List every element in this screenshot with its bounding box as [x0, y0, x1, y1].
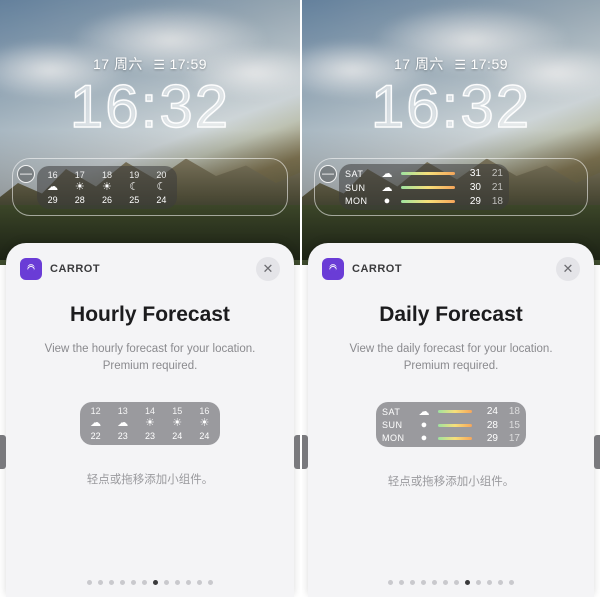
sheet-title: Daily Forecast	[322, 303, 580, 327]
weather-icon: ☁	[377, 181, 397, 194]
hourly-widget-preview[interactable]: 12 13 14 15 16 ☁ ☁ ☀ ☀ ☀ 22 23 23 24 24	[80, 402, 220, 445]
page-dot[interactable]	[443, 580, 448, 585]
page-dot[interactable]	[498, 580, 503, 585]
add-hint: 轻点或拖移添加小组件。	[322, 473, 580, 489]
prev-widget-peek[interactable]	[0, 435, 6, 469]
remove-widget-button[interactable]: —	[17, 165, 35, 183]
sheet-title: Hourly Forecast	[20, 303, 280, 327]
page-dots-right[interactable]	[308, 580, 594, 585]
close-button[interactable]: ✕	[256, 257, 280, 281]
weather-icon: ☾	[121, 181, 148, 194]
page-dot[interactable]	[197, 580, 202, 585]
page-dot[interactable]	[487, 580, 492, 585]
date-weekday: 周六	[114, 56, 143, 72]
page-dot[interactable]	[98, 580, 103, 585]
sunset-time: 17:59	[470, 56, 508, 72]
page-dot[interactable]	[465, 580, 470, 585]
page-dot[interactable]	[399, 580, 404, 585]
hourly-widget[interactable]: 16 17 18 19 20 ☁ ☀ ☀ ☾ ☾ 29 28 26 25 24	[37, 166, 177, 209]
page-dot[interactable]	[509, 580, 514, 585]
sunset-time: 17:59	[169, 56, 207, 72]
page-dot[interactable]	[208, 580, 213, 585]
page-dot[interactable]	[131, 580, 136, 585]
daily-widget[interactable]: SAT☁3121 SUN☁3021 MON●2918	[339, 164, 509, 210]
page-dot[interactable]	[109, 580, 114, 585]
sunset-icon: ☰	[153, 57, 165, 72]
page-dot[interactable]	[476, 580, 481, 585]
weather-icon: ☾	[148, 181, 175, 194]
widget-preview[interactable]: SAT☁2418 SUN●2815 MON●2917	[322, 402, 580, 447]
widget-picker-sheet: ◉ CARROT ✕ Hourly Forecast View the hour…	[6, 243, 294, 597]
page-dot[interactable]	[164, 580, 169, 585]
sheet-description: View the hourly forecast for your locati…	[20, 341, 280, 374]
screenshot-left: 17 周六 ☰ 17:59 16:32 — 16 17 18 19 20 ☁ ☀ …	[0, 0, 300, 597]
daily-widget-preview[interactable]: SAT☁2418 SUN●2815 MON●2917	[376, 402, 526, 447]
page-dot[interactable]	[153, 580, 158, 585]
add-hint: 轻点或拖移添加小组件。	[20, 471, 280, 487]
next-widget-peek[interactable]	[594, 435, 600, 469]
close-button[interactable]: ✕	[556, 257, 580, 281]
lock-clock: 16:32	[0, 72, 300, 141]
app-icon: ◉	[322, 258, 344, 280]
page-dot[interactable]	[186, 580, 191, 585]
widget-zone[interactable]: — SAT☁3121 SUN☁3021 MON●2918	[314, 158, 588, 216]
date-day: 17	[394, 56, 411, 72]
date-weekday: 周六	[415, 56, 444, 72]
sunset-icon: ☰	[454, 57, 466, 72]
date-day: 17	[93, 56, 110, 72]
app-name: CARROT	[50, 263, 100, 275]
page-dot[interactable]	[87, 580, 92, 585]
page-dot[interactable]	[410, 580, 415, 585]
widget-picker-sheet: ◉ CARROT ✕ Daily Forecast View the daily…	[308, 243, 594, 597]
weather-icon: ☀	[93, 181, 120, 194]
page-dots-left[interactable]	[6, 580, 294, 585]
screenshot-right: 17 周六 ☰ 17:59 16:32 — SAT☁3121 SUN☁3021 M…	[300, 0, 600, 597]
widget-zone[interactable]: — 16 17 18 19 20 ☁ ☀ ☀ ☾ ☾ 29 28 26 25 2…	[12, 158, 288, 216]
page-dot[interactable]	[142, 580, 147, 585]
app-icon: ◉	[20, 258, 42, 280]
weather-icon: ☁	[39, 181, 66, 194]
page-dot[interactable]	[388, 580, 393, 585]
page-dot[interactable]	[454, 580, 459, 585]
widget-preview[interactable]: 12 13 14 15 16 ☁ ☁ ☀ ☀ ☀ 22 23 23 24 24	[20, 402, 280, 445]
sheet-description: View the daily forecast for your locatio…	[322, 341, 580, 374]
page-dot[interactable]	[175, 580, 180, 585]
weather-icon: ☀	[66, 181, 93, 194]
page-dot[interactable]	[432, 580, 437, 585]
page-dot[interactable]	[120, 580, 125, 585]
remove-widget-button[interactable]: —	[319, 165, 337, 183]
page-dot[interactable]	[421, 580, 426, 585]
lock-dateline: 17 周六 ☰ 17:59	[302, 54, 600, 74]
weather-icon: ☁	[377, 167, 397, 180]
app-name: CARROT	[352, 263, 402, 275]
weather-icon: ●	[377, 195, 397, 207]
lock-clock: 16:32	[302, 72, 600, 141]
lock-dateline: 17 周六 ☰ 17:59	[0, 54, 300, 74]
prev-widget-peek[interactable]	[302, 435, 308, 469]
